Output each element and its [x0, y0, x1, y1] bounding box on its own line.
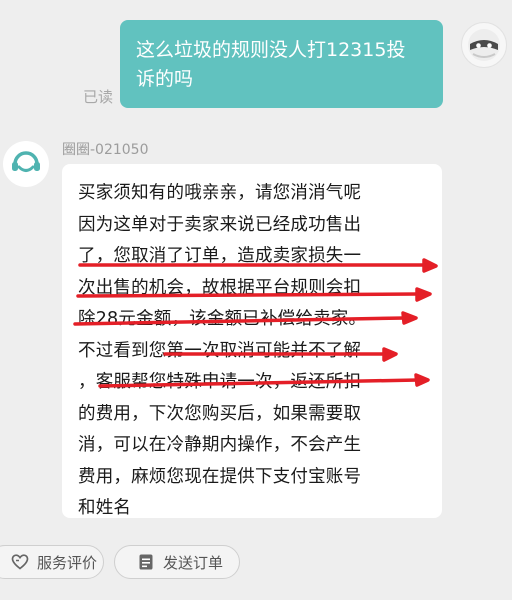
reply-line: 和姓名 — [78, 498, 132, 518]
send-order-label: 发送订单 — [163, 553, 224, 572]
reply-line: 因为这单对于卖家来说已经成功售出 — [78, 214, 362, 235]
agent-reply-bubble: 买家须知有的哦亲亲，请您消消气呢 因为这单对于卖家来说已经成功售出 了，您取消了… — [62, 164, 442, 518]
heart-icon — [11, 554, 29, 570]
service-rating-label: 服务评价 — [37, 553, 98, 572]
reply-line: 买家须知有的哦亲亲，请您消消气呢 — [78, 183, 362, 203]
reply-line: 了，您取消了订单，造成卖家损失一 — [78, 246, 362, 266]
reply-line: 除28元金额，该金额已补偿给卖家。 — [78, 309, 367, 329]
agent-name: 圈圈-021050 — [62, 142, 149, 158]
outgoing-message-line: 这么垃圾的规则没人打12315投 — [136, 39, 406, 61]
reply-line: ，客服帮您特殊申请一次，返还所扣 — [78, 372, 362, 392]
reply-line: 费用，麻烦您现在提供下支付宝账号 — [78, 466, 362, 487]
headset-mascot-icon — [5, 143, 47, 185]
user-avatar[interactable] — [461, 22, 507, 68]
reply-line: 次出售的机会，故根据平台规则会扣 — [78, 277, 362, 298]
agent-avatar[interactable] — [3, 141, 49, 187]
reply-line: 消，可以在冷静期内操作，不会产生 — [78, 435, 362, 455]
outgoing-message-line: 诉的吗 — [136, 68, 194, 90]
send-order-button[interactable]: 发送订单 — [114, 545, 240, 579]
outgoing-message-bubble: 这么垃圾的规则没人打12315投 诉的吗 — [120, 20, 443, 108]
reply-line: 的费用，下次您购买后，如果需要取 — [78, 403, 362, 424]
reply-line: 不过看到您第一次取消可能并不了解 — [78, 340, 362, 361]
bottom-action-bar: 服务评价 发送订单 — [0, 540, 512, 600]
service-rating-button[interactable]: 服务评价 — [0, 545, 104, 579]
document-icon — [139, 554, 153, 570]
read-status: 已读 — [83, 88, 114, 106]
ninja-avatar-icon — [468, 29, 500, 61]
